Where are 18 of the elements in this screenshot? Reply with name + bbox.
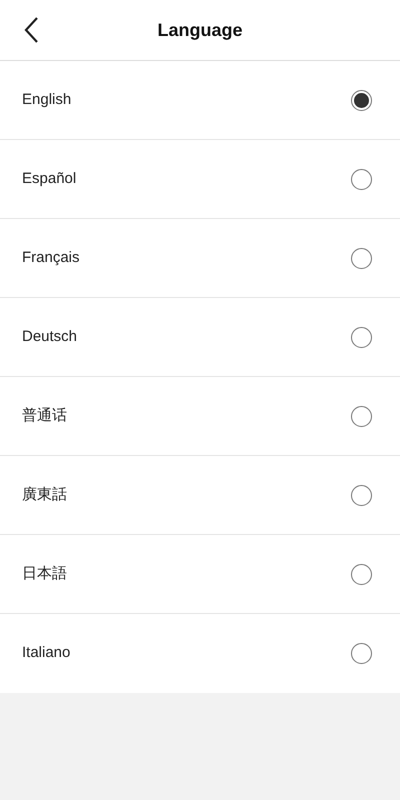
radio-button[interactable]	[351, 643, 372, 664]
radio-button[interactable]	[351, 168, 372, 190]
language-option[interactable]: Français	[22, 246, 80, 270]
radio-button[interactable]	[351, 326, 372, 348]
language-option[interactable]: Italiano	[22, 642, 70, 665]
language-option[interactable]: Deutsch	[22, 326, 78, 348]
radio-button[interactable]	[351, 406, 372, 426]
radio-button[interactable]	[351, 248, 372, 268]
radio-button[interactable]	[351, 484, 372, 506]
language-option[interactable]: Español	[22, 168, 76, 190]
radio-button[interactable]	[351, 90, 372, 110]
language-option[interactable]: 日本語	[22, 562, 67, 586]
language-option[interactable]: English	[22, 88, 72, 112]
radio-button[interactable]	[351, 564, 372, 584]
language-option[interactable]: 普通话	[22, 404, 67, 428]
language-option[interactable]: 廣東話	[22, 484, 67, 506]
page-title: Language	[157, 20, 242, 40]
back-chevron-icon	[23, 16, 39, 44]
